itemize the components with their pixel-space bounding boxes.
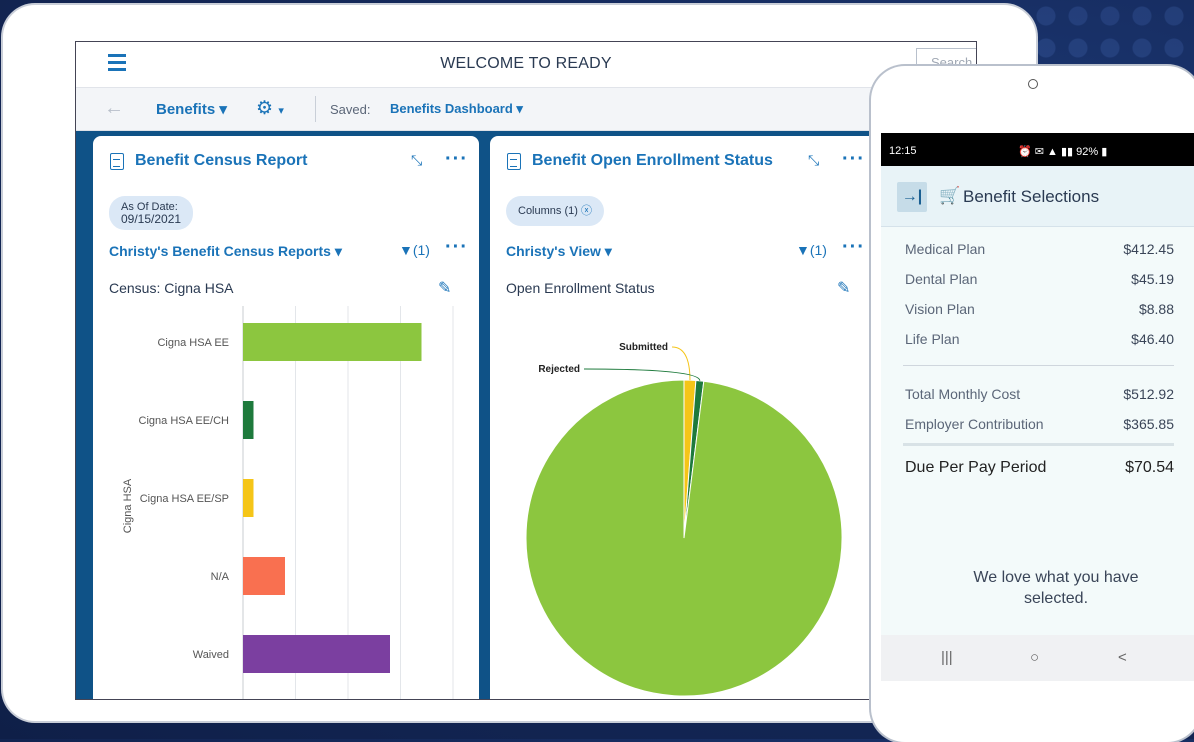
cart-icon: 🛒	[939, 186, 961, 205]
bar	[243, 401, 254, 439]
census-bar-chart: Cigna HSA EE Cigna HSA EE/CH Cigna HSA EE/…	[122, 306, 454, 699]
report-icon	[507, 153, 521, 170]
bar	[243, 635, 390, 673]
tablet-screen: WELCOME TO READY Search ← Benefits ▾ ⚙ ▾…	[75, 41, 977, 700]
pie-leader-line	[583, 368, 701, 381]
total-row: Total Monthly Cost $512.92	[905, 386, 1174, 402]
plan-row: Dental Plan $45.19	[905, 271, 1174, 287]
android-nav-bar: ||| ○ <	[881, 635, 1194, 681]
more-options-icon[interactable]: ···	[842, 148, 865, 171]
total-row: Employer Contribution $365.85	[905, 416, 1174, 432]
report-icon	[110, 153, 124, 170]
view-more-icon[interactable]: ···	[842, 236, 865, 259]
more-options-icon[interactable]: ···	[445, 148, 468, 171]
category-label: N/A	[211, 571, 230, 583]
category-label: Waived	[193, 649, 229, 661]
filter-button[interactable]: ▼(1)	[796, 242, 827, 258]
as-of-date-chip[interactable]: As Of Date: 09/15/2021	[109, 196, 194, 230]
top-bar: WELCOME TO READY Search	[76, 42, 976, 88]
pie-leader-line	[671, 346, 691, 381]
chart-subtitle: Open Enrollment Status	[506, 280, 655, 296]
saved-dashboard-dropdown[interactable]: Benefits Dashboard ▾	[390, 101, 523, 117]
close-circle-icon[interactable]: ⓧ	[581, 205, 592, 217]
recent-apps-icon[interactable]: |||	[941, 649, 953, 666]
benefit-census-card: Benefit Census Report ⤡ ··· As Of Date: …	[93, 136, 479, 699]
bar	[243, 323, 422, 361]
arrow-left-icon[interactable]: ←	[104, 97, 124, 120]
card-title: Benefit Census Report	[135, 152, 308, 169]
expand-icon[interactable]: ⤡	[808, 152, 819, 169]
columns-chip[interactable]: Columns (1) ⓧ	[506, 196, 604, 226]
open-enrollment-card: Benefit Open Enrollment Status ⤡ ··· Col…	[490, 136, 885, 699]
chip-value: 09/15/2021	[121, 212, 182, 226]
view-dropdown[interactable]: Christy's View ▾	[506, 243, 612, 260]
chart-subtitle: Census: Cigna HSA	[109, 280, 234, 296]
edit-icon[interactable]: ✎	[438, 278, 451, 298]
plan-row: Vision Plan $8.88	[905, 301, 1174, 317]
phone-device: 12:15 ⏰ ✉ ▲ ▮▮ 92% ▮ →| 🛒 Benefit Select…	[871, 66, 1194, 742]
enrollment-pie-chart: Submitted Rejected	[525, 342, 843, 697]
app-title: WELCOME TO READY	[440, 55, 612, 72]
camera-icon	[1028, 79, 1038, 89]
pie-label: Rejected	[538, 364, 580, 375]
pie-slice	[525, 379, 843, 697]
bar	[243, 479, 254, 517]
view-more-icon[interactable]: ···	[445, 236, 468, 259]
gear-icon[interactable]: ⚙ ▾	[256, 97, 284, 120]
edit-icon[interactable]: ✎	[837, 278, 850, 298]
category-label: Cigna HSA EE	[157, 337, 229, 349]
saved-label: Saved:	[330, 102, 371, 117]
message-text: We love what you have selected.	[973, 569, 1139, 607]
nav-divider	[315, 96, 316, 122]
due-row: Due Per Pay Period $70.54	[905, 459, 1174, 476]
selections-header: →| 🛒 Benefit Selections	[881, 166, 1194, 227]
view-dropdown[interactable]: Christy's Benefit Census Reports ▾	[109, 243, 342, 260]
plan-row: Life Plan $46.40	[905, 331, 1174, 347]
collapse-panel-icon[interactable]: →|	[897, 182, 927, 212]
expand-icon[interactable]: ⤡	[411, 152, 422, 169]
divider	[903, 365, 1174, 366]
card-title: Benefit Open Enrollment Status	[532, 152, 773, 169]
filter-icon: ▼	[796, 242, 810, 258]
status-bar: 12:15 ⏰ ✉ ▲ ▮▮ 92% ▮	[881, 133, 1194, 166]
category-label: Cigna HSA EE/SP	[140, 493, 229, 505]
home-icon[interactable]: ○	[1030, 649, 1039, 666]
divider	[903, 443, 1174, 446]
back-icon[interactable]: <	[1118, 649, 1127, 666]
pie-label: Submitted	[619, 342, 668, 353]
category-label: Cigna HSA EE/CH	[139, 415, 230, 427]
y-axis-label: Cigna HSA	[122, 478, 134, 533]
filter-icon: ▼	[399, 242, 413, 258]
nav-bar: ← Benefits ▾ ⚙ ▾ Saved: Benefits Dashboa…	[76, 88, 976, 131]
status-battery: ⏰ ✉ ▲ ▮▮ 92% ▮	[1018, 146, 1108, 158]
phone-screen: 12:15 ⏰ ✉ ▲ ▮▮ 92% ▮ →| 🛒 Benefit Select…	[881, 133, 1194, 681]
selections-body: Medical Plan $412.45 Dental Plan $45.19 Vi…	[881, 227, 1194, 635]
selections-title: Benefit Selections	[963, 187, 1100, 206]
module-dropdown[interactable]: Benefits ▾	[156, 100, 227, 118]
status-time: 12:15	[889, 145, 917, 157]
bar	[243, 557, 285, 595]
filter-button[interactable]: ▼(1)	[399, 242, 430, 258]
plan-row: Medical Plan $412.45	[905, 241, 1174, 257]
